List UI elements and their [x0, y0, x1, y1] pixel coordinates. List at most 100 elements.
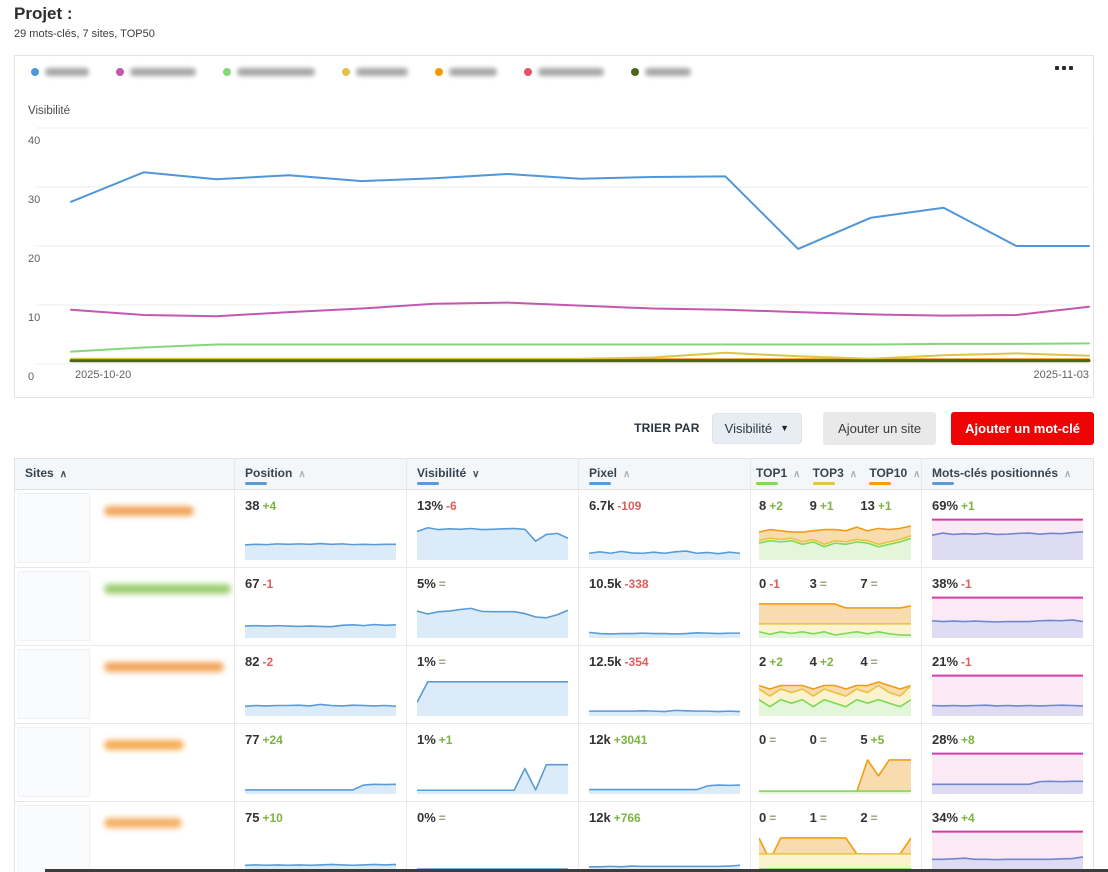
site-name-link-redacted[interactable]	[104, 740, 184, 750]
metric-number: 34%	[932, 810, 958, 825]
visibility-cell: 1%+1	[407, 724, 579, 801]
site-name-link-redacted[interactable]	[104, 818, 182, 828]
column-header-top3[interactable]: TOP3∧	[808, 466, 865, 489]
column-header-label: TOP3	[813, 466, 844, 480]
visibility-cell: 13%-6	[407, 490, 579, 567]
metric-delta: +4	[961, 811, 975, 825]
top1-value: 0=	[759, 810, 810, 826]
metric-number: 7	[860, 576, 867, 591]
column-header-label: TOP10	[869, 466, 907, 480]
top-stacked-chart	[759, 830, 911, 872]
column-header-top-group: TOP1∧TOP3∧TOP10∧	[751, 459, 922, 489]
legend-dot-icon	[524, 68, 532, 76]
legend-item[interactable]	[31, 68, 89, 76]
trend-sparkline	[417, 518, 568, 560]
top3-value: 9+1	[810, 498, 861, 514]
column-header-pixel[interactable]: Pixel∧	[579, 459, 751, 489]
table-row: 67-15%=10.5k-3380-13=7=38%-1	[15, 568, 1093, 646]
metric-number: 69%	[932, 498, 958, 513]
metric-number: 13%	[417, 498, 443, 513]
column-header-keywords[interactable]: Mots-clés positionnés∧	[922, 459, 1093, 489]
svg-text:40: 40	[28, 135, 40, 147]
metric-number: 38	[245, 498, 259, 513]
metric-number: 2	[860, 810, 867, 825]
legend-item[interactable]	[223, 68, 315, 76]
ellipsis-menu-icon[interactable]	[1051, 62, 1077, 74]
legend-item[interactable]	[524, 68, 604, 76]
site-thumbnail	[18, 571, 90, 641]
metric-number: 0	[759, 732, 766, 747]
metric-value: 2+2	[759, 654, 810, 670]
metric-value: 5%=	[417, 576, 568, 592]
metric-value: 4+2	[810, 654, 861, 670]
column-header-position[interactable]: Position∧	[235, 459, 407, 489]
top3-value: 0=	[810, 732, 861, 748]
keywords-cell: 69%+1	[922, 490, 1093, 567]
column-header-label: Mots-clés positionnés	[932, 466, 1058, 480]
site-name-link-redacted[interactable]	[104, 662, 224, 672]
metric-number: 67	[245, 576, 259, 591]
chart-legend	[31, 68, 691, 76]
column-header-sites[interactable]: Sites∧	[15, 459, 235, 489]
top-values: 0=1=2 =	[759, 810, 911, 826]
column-header-visibility[interactable]: Visibilité∨	[407, 459, 579, 489]
metric-value: 77+24	[245, 732, 396, 748]
legend-site-label-redacted	[237, 68, 315, 76]
top-values: 0=0=5+5	[759, 732, 911, 748]
metric-delta: +1	[439, 733, 453, 747]
site-name-link-redacted[interactable]	[104, 506, 194, 516]
metric-number: 10.5k	[589, 576, 622, 591]
metric-value: 34%+4	[932, 810, 1083, 826]
legend-item[interactable]	[342, 68, 408, 76]
top10-value: 5+5	[860, 732, 911, 748]
table-row: 82-21%=12.5k-3542+24+24=21%-1	[15, 646, 1093, 724]
metric-value: 6.7k-109	[589, 498, 740, 514]
keywords-cell: 38%-1	[922, 568, 1093, 645]
visibility-cell: 0%=	[407, 802, 579, 872]
metric-value: 67-1	[245, 576, 396, 592]
legend-item[interactable]	[435, 68, 497, 76]
column-header-top10[interactable]: TOP10∧	[864, 466, 921, 489]
legend-site-label-redacted	[45, 68, 89, 76]
metric-delta: =	[820, 811, 827, 825]
metric-delta: +2	[769, 499, 783, 513]
top-values: 0-13=7=	[759, 576, 911, 592]
top3-value: 1=	[810, 810, 861, 826]
metric-delta: +8	[961, 733, 975, 747]
metric-delta: =	[769, 733, 776, 747]
add-keyword-button[interactable]: Ajouter un mot-clé	[951, 412, 1094, 445]
svg-text:30: 30	[28, 194, 40, 206]
metric-value: 38%-1	[932, 576, 1083, 592]
metric-number: 82	[245, 654, 259, 669]
keywords-cell: 34%+4	[922, 802, 1093, 872]
metric-number: 13	[860, 498, 874, 513]
keywords-chart	[932, 518, 1083, 560]
column-header-top1[interactable]: TOP1∧	[751, 466, 808, 489]
metric-value: 7=	[860, 576, 911, 592]
position-cell: 67-1	[235, 568, 407, 645]
legend-dot-icon	[435, 68, 443, 76]
pixel-cell: 12k+766	[579, 802, 751, 872]
legend-item[interactable]	[116, 68, 196, 76]
legend-item[interactable]	[631, 68, 691, 76]
metric-number: 4	[860, 654, 867, 669]
metric-delta: =	[871, 577, 878, 591]
legend-dot-icon	[223, 68, 231, 76]
top3-value: 4+2	[810, 654, 861, 670]
sort-arrow-up-icon: ∧	[298, 469, 305, 480]
trend-sparkline	[417, 752, 568, 794]
sort-dropdown[interactable]: Visibilité ▼	[712, 413, 802, 444]
metric-number: 77	[245, 732, 259, 747]
sort-dropdown-value: Visibilité	[725, 421, 772, 436]
metric-value: 10.5k-338	[589, 576, 740, 592]
metric-value: 13%-6	[417, 498, 568, 514]
add-site-button[interactable]: Ajouter un site	[823, 412, 936, 445]
metric-number: 6.7k	[589, 498, 614, 513]
site-name-link-redacted[interactable]	[104, 584, 231, 594]
sites-cell	[15, 490, 235, 567]
metric-delta: +766	[614, 811, 641, 825]
top1-value: 0=	[759, 732, 810, 748]
table-header-row: Sites∧Position∧Visibilité∨Pixel∧TOP1∧TOP…	[15, 459, 1093, 490]
trend-sparkline	[245, 830, 396, 872]
metric-delta: -1	[961, 577, 972, 591]
